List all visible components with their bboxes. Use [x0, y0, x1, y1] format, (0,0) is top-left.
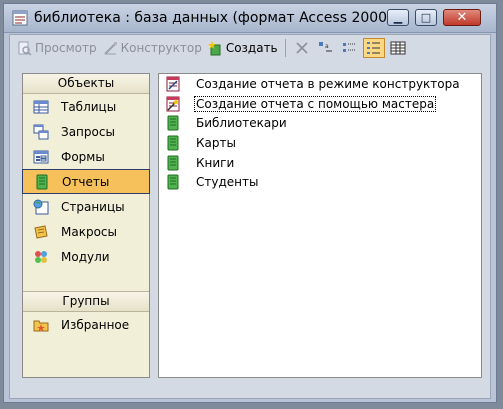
- objects-item-2[interactable]: Формы: [23, 144, 149, 169]
- window-body: Просмотр Конструктор Создать a Объекты Т…: [9, 34, 491, 399]
- report-list-item-label: Книги: [196, 155, 235, 170]
- report-list-item[interactable]: Создание отчета в режиме конструктора: [159, 74, 481, 94]
- objects-item-4[interactable]: Страницы: [23, 194, 149, 219]
- report-list-item[interactable]: Создание отчета с помощью мастера: [159, 94, 481, 114]
- form-icon: [33, 149, 49, 165]
- objects-item-label: Таблицы: [61, 99, 117, 114]
- objects-gap: [23, 269, 149, 291]
- create-label: Создать: [225, 41, 278, 55]
- report-list-item[interactable]: Библиотекари: [159, 113, 481, 133]
- create-button[interactable]: Создать: [205, 38, 281, 58]
- delete-icon: [296, 42, 308, 54]
- preview-icon: [18, 41, 32, 56]
- create-icon: [207, 40, 221, 55]
- maximize-icon: □: [420, 11, 432, 24]
- database-window: библиотека : база данных (формат Access …: [3, 3, 497, 403]
- preview-button[interactable]: Просмотр: [14, 38, 100, 58]
- close-button[interactable]: ✕: [443, 9, 481, 26]
- report-list-item[interactable]: Карты: [159, 133, 481, 153]
- design-button[interactable]: Конструктор: [100, 38, 205, 58]
- groups-item-0[interactable]: Избранное: [23, 312, 149, 337]
- large-icons-button[interactable]: a: [315, 38, 337, 58]
- list-view-button[interactable]: [362, 38, 385, 58]
- objects-item-label: Формы: [61, 149, 105, 164]
- objects-item-label: Запросы: [61, 124, 115, 139]
- minimize-button[interactable]: ▁: [387, 9, 409, 26]
- report-icon: [34, 174, 50, 190]
- objects-item-5[interactable]: Макросы: [23, 219, 149, 244]
- report-list-item-label: Создание отчета в режиме конструктора: [196, 76, 460, 91]
- objects-item-label: Отчеты: [62, 174, 110, 189]
- objects-item-1[interactable]: Запросы: [23, 119, 149, 144]
- macro-icon: [33, 224, 49, 240]
- objects-item-3[interactable]: Отчеты: [22, 169, 150, 194]
- objects-header[interactable]: Объекты: [23, 74, 149, 94]
- groups-item-label: Избранное: [61, 317, 130, 332]
- query-icon: [33, 124, 49, 140]
- design-icon: [103, 41, 117, 55]
- preview-label: Просмотр: [35, 41, 97, 55]
- small-icons-icon: [342, 43, 356, 52]
- objects-item-label: Страницы: [61, 199, 125, 214]
- small-icons-button[interactable]: [339, 38, 361, 58]
- details-view-icon: [390, 41, 406, 55]
- report-list-item[interactable]: Книги: [159, 153, 481, 173]
- groups-header[interactable]: Группы: [23, 291, 149, 312]
- design-label: Конструктор: [120, 41, 202, 55]
- large-icons-icon: a: [318, 42, 332, 52]
- report-list-item[interactable]: Студенты: [159, 172, 481, 192]
- access-database-icon: [12, 10, 28, 26]
- report-list-item-label: Библиотекари: [196, 116, 287, 131]
- objects-bar: Объекты Таблицы Запросы Формы Отчеты Страниц…: [22, 73, 150, 378]
- toolbar-separator: [284, 39, 286, 57]
- title-bar[interactable]: библиотека : база данных (формат Access …: [4, 4, 496, 33]
- objects-item-0[interactable]: Таблицы: [23, 94, 149, 119]
- groups-list: Избранное: [23, 312, 149, 337]
- objects-item-label: Модули: [61, 249, 110, 264]
- svg-text:a: a: [325, 43, 329, 50]
- objects-item-6[interactable]: Модули: [23, 244, 149, 269]
- report-list-item-label: Создание отчета с помощью мастера: [193, 95, 437, 112]
- report-list-item-label: Карты: [196, 135, 236, 150]
- favorites-icon: [33, 317, 49, 333]
- report-icon: [165, 115, 181, 131]
- minimize-icon: ▁: [393, 11, 403, 24]
- maximize-button[interactable]: □: [415, 9, 437, 26]
- report-icon: [165, 155, 181, 171]
- wizard-master-icon: [165, 96, 181, 112]
- table-icon: [33, 99, 49, 115]
- objects-list: Таблицы Запросы Формы Отчеты Страницы Макросы…: [22, 94, 150, 269]
- report-icon: [165, 135, 181, 151]
- page-icon: [33, 199, 49, 215]
- wizard-design-icon: [165, 76, 181, 92]
- details-view-button[interactable]: [387, 38, 409, 58]
- toolbar: Просмотр Конструктор Создать a: [10, 35, 490, 61]
- reports-list: Создание отчета в режиме конструктора Соз…: [159, 74, 481, 192]
- module-icon: [33, 249, 49, 265]
- report-list-item-label: Студенты: [196, 175, 259, 190]
- report-icon: [165, 174, 181, 190]
- list-view-icon: [366, 42, 380, 54]
- reports-list-pane: Создание отчета в режиме конструктора Соз…: [158, 73, 482, 378]
- close-icon: ✕: [456, 10, 468, 25]
- objects-item-label: Макросы: [61, 224, 117, 239]
- window-title: библиотека : база данных (формат Access …: [34, 10, 393, 26]
- delete-button[interactable]: [291, 38, 313, 58]
